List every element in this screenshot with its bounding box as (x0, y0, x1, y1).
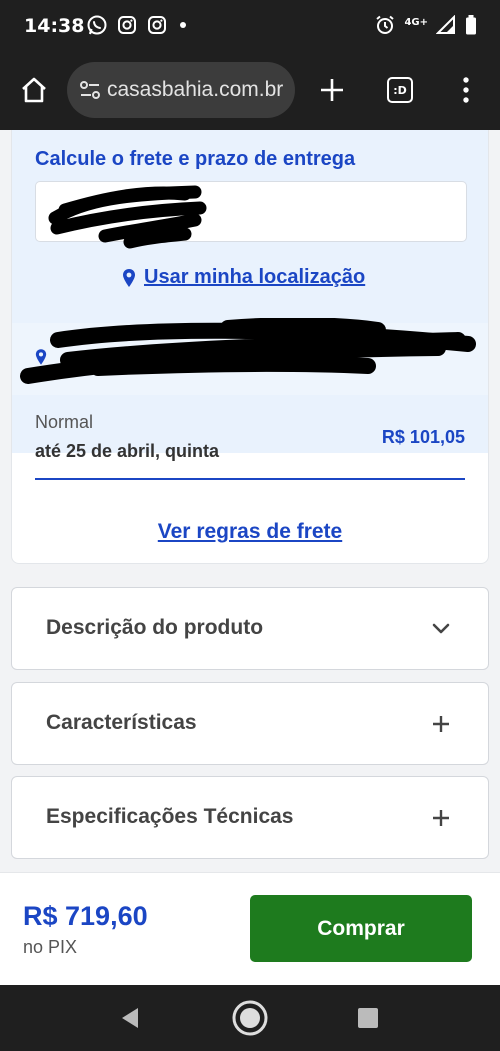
accordion-title: Descrição do produto (46, 616, 264, 639)
site-settings-icon[interactable] (79, 79, 101, 101)
accordion-title: Especificações Técnicas (46, 805, 294, 828)
dot-icon (180, 22, 186, 28)
location-pin-icon (123, 268, 135, 287)
shipping-price: R$ 101,05 (381, 427, 465, 447)
freight-title: Calcule o frete e prazo de entrega (35, 148, 356, 170)
status-time: 14:38 (24, 15, 85, 37)
alarm-icon (376, 15, 395, 34)
battery-icon (466, 15, 476, 35)
tab-count: :D (387, 77, 413, 103)
whatsapp-icon (87, 15, 107, 35)
status-bar: 14:38 4G+ (0, 0, 500, 52)
payment-method: no PIX (23, 937, 78, 957)
recents-icon[interactable] (343, 985, 393, 1051)
network-type: 4G+ (404, 16, 428, 28)
address-area (12, 323, 488, 395)
chevron-down-icon (428, 616, 454, 642)
location-pin-icon (35, 349, 47, 365)
use-location-label: Usar minha localização (144, 266, 366, 288)
home-icon[interactable] (14, 70, 54, 110)
plus-icon (428, 805, 454, 831)
freight-rules-link[interactable]: Ver regras de frete (0, 520, 500, 544)
cep-input[interactable] (35, 181, 467, 242)
url-text: casasbahia.com.br (107, 78, 284, 101)
system-icons: 4G+ (374, 14, 478, 36)
accordion-title: Características (46, 711, 197, 734)
address-bar[interactable]: casasbahia.com.br (67, 62, 295, 118)
back-icon[interactable] (105, 985, 155, 1051)
accordion-characteristics[interactable]: Características (11, 682, 489, 765)
freight-form-area (12, 130, 488, 453)
use-location-link[interactable]: Usar minha localização (122, 266, 365, 289)
shipping-date: até 25 de abril, quinta (35, 441, 220, 461)
system-nav-bar (0, 985, 500, 1051)
accordion-technical-specs[interactable]: Especificações Técnicas (11, 776, 489, 859)
page-content: Calcule o frete e prazo de entrega Usar … (0, 130, 500, 872)
instagram-icon (148, 16, 166, 34)
plus-icon (428, 711, 454, 737)
accordion-product-description[interactable]: Descrição do produto (11, 587, 489, 670)
shipping-type: Normal (35, 412, 94, 432)
selected-address[interactable] (35, 348, 47, 371)
notification-icons (86, 14, 190, 36)
home-nav-icon[interactable] (225, 985, 275, 1051)
shipping-option[interactable]: Normal até 25 de abril, quinta R$ 101,05 (35, 410, 465, 480)
browser-toolbar: casasbahia.com.br :D (0, 52, 500, 130)
signal-icon (436, 15, 455, 34)
instagram-icon (118, 16, 136, 34)
pix-price: R$ 719,60 (23, 901, 148, 931)
new-tab-icon[interactable] (312, 70, 352, 110)
buy-button[interactable]: Comprar (250, 895, 472, 962)
menu-dots-icon[interactable] (446, 70, 486, 110)
tab-switcher-icon[interactable]: :D (380, 70, 420, 110)
buy-bar: R$ 719,60 no PIX Comprar (0, 872, 500, 985)
